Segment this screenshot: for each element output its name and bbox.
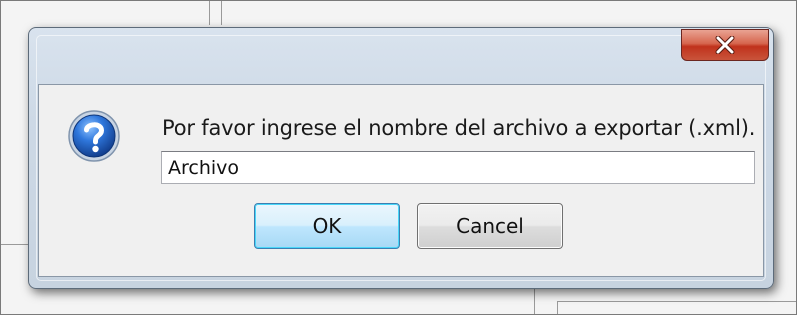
cancel-button[interactable]: Cancel <box>417 203 563 249</box>
background-divider <box>221 1 222 25</box>
close-button[interactable] <box>681 29 769 61</box>
filename-input[interactable] <box>161 151 755 184</box>
dialog-titlebar[interactable] <box>29 28 773 84</box>
background-divider <box>557 301 796 302</box>
dialog-client-area: Por favor ingrese el nombre del archivo … <box>38 84 764 277</box>
screen: Por favor ingrese el nombre del archivo … <box>0 0 797 315</box>
background-divider <box>1 244 31 245</box>
ok-button[interactable]: OK <box>254 203 400 249</box>
background-divider <box>209 1 210 25</box>
export-dialog: Por favor ingrese el nombre del archivo … <box>28 27 774 289</box>
dialog-message: Por favor ingrese el nombre del archivo … <box>162 116 756 140</box>
background-divider <box>557 301 558 314</box>
question-icon <box>67 109 121 163</box>
close-x-icon <box>715 36 735 54</box>
